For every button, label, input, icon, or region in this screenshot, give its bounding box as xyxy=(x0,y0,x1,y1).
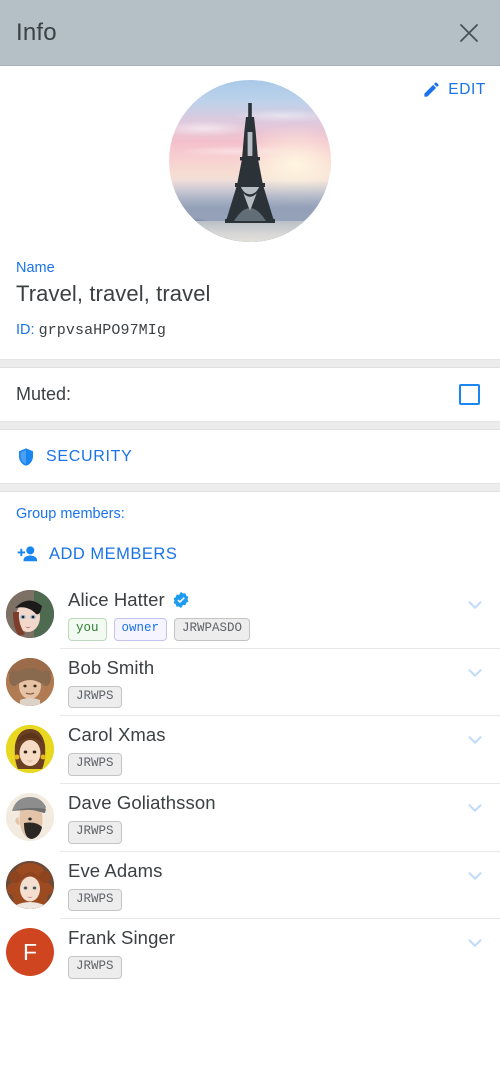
chevron-down-icon[interactable] xyxy=(464,594,486,616)
security-button[interactable]: SECURITY xyxy=(0,430,500,483)
members-section: Group members: ADD MEMBERS Alice Hatter … xyxy=(0,492,500,986)
group-avatar-wrap xyxy=(0,78,500,242)
section-divider xyxy=(0,483,500,492)
member-tags: JRWPS xyxy=(68,685,464,709)
member-name-line: Alice Hatter xyxy=(68,589,464,611)
list-item[interactable]: Carol Xmas JRWPS xyxy=(0,715,500,783)
avatar xyxy=(6,792,54,841)
tag-code: JRWPS xyxy=(68,820,122,844)
group-id-row: ID: grpvsaHPO97MIg xyxy=(16,322,484,339)
list-item[interactable]: Eve Adams JRWPS xyxy=(0,850,500,919)
tag-owner: owner xyxy=(113,618,168,641)
member-tags: JRWPS xyxy=(68,888,464,912)
verified-badge-icon xyxy=(173,591,189,609)
group-avatar-eiffel-tower-icon[interactable] xyxy=(169,80,331,242)
tag-you: you xyxy=(68,618,107,641)
members-list: Alice Hatter you owner JRWPASDO Bob Smit… xyxy=(0,580,500,986)
list-item[interactable]: Bob Smith JRWPS xyxy=(0,647,500,716)
member-name: Alice Hatter xyxy=(68,589,165,610)
section-divider xyxy=(0,421,500,430)
edit-button[interactable]: EDIT xyxy=(422,80,486,99)
info-panel: Info EDIT Name Travel, travel, travel ID… xyxy=(0,0,500,1082)
member-info: Dave Goliathsson JRWPS xyxy=(54,790,464,844)
member-name-line: Frank Singer xyxy=(68,927,464,949)
member-tags: JRWPS xyxy=(68,956,464,979)
member-name-line: Dave Goliathsson xyxy=(68,792,464,814)
list-item[interactable]: Dave Goliathsson JRWPS xyxy=(0,782,500,851)
member-name: Dave Goliathsson xyxy=(68,791,216,813)
member-name-line: Bob Smith xyxy=(68,657,464,679)
chevron-down-icon[interactable] xyxy=(464,797,486,819)
tag-code: JRWPS xyxy=(68,888,122,912)
muted-section: Muted: xyxy=(0,368,500,421)
name-label: Name xyxy=(16,260,55,276)
member-name-line: Eve Adams xyxy=(68,860,464,882)
member-name: Eve Adams xyxy=(68,859,163,881)
avatar xyxy=(6,657,54,706)
member-tags: you owner JRWPASDO xyxy=(68,618,464,641)
tag-code: JRWPS xyxy=(68,956,122,979)
member-info: Frank Singer JRWPS xyxy=(54,925,464,979)
edit-label: EDIT xyxy=(448,80,486,98)
member-info: Eve Adams JRWPS xyxy=(54,858,464,912)
muted-row[interactable]: Muted: xyxy=(0,368,500,421)
list-item[interactable]: Alice Hatter you owner JRWPASDO xyxy=(0,580,500,648)
tag-code: JRWPASDO xyxy=(174,618,251,641)
member-info: Bob Smith JRWPS xyxy=(54,655,464,709)
name-block: Name Travel, travel, travel ID: grpvsaHP… xyxy=(0,242,500,355)
member-name: Bob Smith xyxy=(68,656,155,678)
member-tags: JRWPS xyxy=(68,820,464,844)
member-name-line: Carol Xmas xyxy=(68,724,464,746)
avatar-initial: F xyxy=(6,928,54,977)
muted-label: Muted: xyxy=(16,384,72,404)
section-divider xyxy=(0,359,500,368)
list-item[interactable]: F Frank Singer JRWPS xyxy=(0,918,500,986)
member-info: Alice Hatter you owner JRWPASDO xyxy=(54,587,464,641)
avatar xyxy=(6,590,54,638)
security-label: SECURITY xyxy=(46,447,133,465)
shield-icon xyxy=(19,447,33,466)
member-name: Carol Xmas xyxy=(68,724,166,746)
chevron-down-icon[interactable] xyxy=(464,729,486,751)
add-members-button[interactable]: ADD MEMBERS xyxy=(0,528,500,580)
close-icon[interactable] xyxy=(456,20,482,46)
member-name: Frank Singer xyxy=(68,927,176,949)
avatar xyxy=(6,860,54,909)
muted-checkbox[interactable] xyxy=(459,384,480,405)
group-id-label: ID: xyxy=(16,322,35,338)
group-id-value: grpvsaHPO97MIg xyxy=(38,322,166,339)
page-title: Info xyxy=(16,18,57,46)
tag-code: JRWPS xyxy=(68,685,122,709)
panel-header: Info xyxy=(0,0,500,66)
person-add-icon xyxy=(17,546,37,562)
group-members-label: Group members: xyxy=(16,506,125,522)
security-section: SECURITY xyxy=(0,430,500,483)
avatar-initial-letter: F xyxy=(22,938,38,965)
profile-section: EDIT Name Travel, travel, travel ID: grp… xyxy=(0,66,500,359)
chevron-down-icon[interactable] xyxy=(464,932,486,954)
group-name-value: Travel, travel, travel xyxy=(16,281,211,306)
chevron-down-icon[interactable] xyxy=(464,662,486,684)
member-info: Carol Xmas JRWPS xyxy=(54,722,464,776)
tag-code: JRWPS xyxy=(68,753,122,776)
avatar xyxy=(6,725,54,774)
pencil-icon xyxy=(424,82,439,97)
add-members-label: ADD MEMBERS xyxy=(49,544,178,563)
chevron-down-icon[interactable] xyxy=(464,865,486,887)
member-tags: JRWPS xyxy=(68,753,464,776)
